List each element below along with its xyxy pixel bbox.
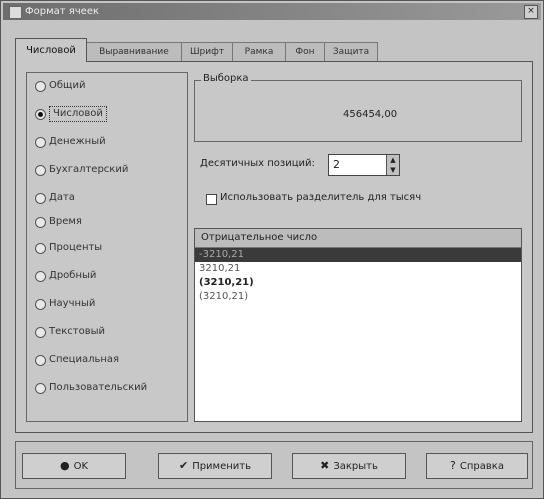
check-icon: ✔	[178, 459, 189, 472]
category-label: Научный	[49, 298, 96, 309]
negative-number-header: Отрицательное число	[195, 229, 521, 248]
category-general[interactable]: Общий	[35, 77, 185, 95]
category-special[interactable]: Специальная	[35, 351, 185, 369]
radio-selected-icon[interactable]	[35, 109, 46, 120]
decimal-places-label: Десятичных позиций:	[200, 158, 315, 169]
radio-icon[interactable]	[35, 193, 46, 204]
ok-button[interactable]: ● OK	[22, 453, 126, 479]
negative-number-list[interactable]: Отрицательное число -3210,21 3210,21 (32…	[194, 228, 522, 422]
thousands-separator-label: Использовать разделитель для тысяч	[220, 192, 422, 203]
close-button[interactable]: ✖ Закрыть	[292, 453, 406, 479]
list-item[interactable]: -3210,21	[195, 248, 521, 262]
tab-border[interactable]: Рамка	[232, 42, 286, 61]
decimal-places-spinner[interactable]: 2 ▲ ▼	[328, 154, 400, 176]
category-label: Проценты	[49, 242, 103, 253]
radio-icon[interactable]	[35, 243, 46, 254]
category-fraction[interactable]: Дробный	[35, 267, 185, 285]
app-icon	[9, 6, 22, 19]
list-item[interactable]: 3210,21	[195, 262, 521, 276]
close-icon[interactable]: ×	[524, 5, 538, 19]
category-label: Текстовый	[49, 326, 106, 337]
sample-group: Выборка 456454,00	[194, 73, 522, 142]
number-tab-panel: Общий Числовой Денежный Бухгалтерский Да…	[15, 61, 533, 433]
tab-alignment[interactable]: Выравнивание	[86, 42, 182, 61]
category-list: Общий Числовой Денежный Бухгалтерский Да…	[26, 72, 188, 422]
category-label: Денежный	[49, 136, 106, 147]
radio-icon[interactable]	[35, 165, 46, 176]
category-scientific[interactable]: Научный	[35, 295, 185, 313]
radio-icon[interactable]	[35, 383, 46, 394]
category-label: Время	[49, 216, 82, 227]
category-number[interactable]: Числовой	[35, 105, 185, 123]
category-label: Пользовательский	[49, 382, 148, 393]
sample-value: 456454,00	[343, 109, 398, 120]
category-time[interactable]: Время	[35, 213, 185, 231]
tab-background[interactable]: Фон	[285, 42, 325, 61]
sample-title: Выборка	[201, 73, 251, 84]
category-accounting[interactable]: Бухгалтерский	[35, 161, 185, 179]
ok-label: OK	[73, 461, 89, 472]
radio-icon[interactable]	[35, 327, 46, 338]
decimal-places-value[interactable]: 2	[333, 158, 340, 171]
help-icon: ?	[450, 459, 456, 472]
spinner-arrows-icon[interactable]: ▲ ▼	[386, 155, 399, 175]
title-bar: Формат ячеек ×	[3, 3, 541, 20]
category-label: Общий	[49, 80, 86, 91]
window-title: Формат ячеек	[25, 6, 100, 17]
help-label: Справка	[459, 461, 504, 472]
category-label: Специальная	[49, 354, 120, 365]
radio-icon[interactable]	[35, 299, 46, 310]
category-custom[interactable]: Пользовательский	[35, 379, 185, 397]
format-cells-dialog: Формат ячеек × Числовой Выравнивание Шри…	[0, 0, 544, 499]
apply-button[interactable]: ✔ Применить	[158, 453, 272, 479]
category-currency[interactable]: Денежный	[35, 133, 185, 151]
radio-icon[interactable]	[35, 81, 46, 92]
x-icon: ✖	[320, 459, 330, 472]
category-date[interactable]: Дата	[35, 189, 185, 207]
tab-protection[interactable]: Защита	[324, 42, 378, 61]
list-item[interactable]: (3210,21)	[195, 276, 521, 290]
checkbox-icon[interactable]	[206, 194, 217, 205]
category-label: Бухгалтерский	[49, 164, 129, 175]
ok-icon: ●	[59, 459, 70, 472]
apply-label: Применить	[192, 461, 252, 472]
radio-icon[interactable]	[35, 217, 46, 228]
radio-icon[interactable]	[35, 355, 46, 366]
radio-icon[interactable]	[35, 137, 46, 148]
close-label: Закрыть	[333, 461, 378, 472]
help-button[interactable]: ? Справка	[426, 453, 528, 479]
category-text[interactable]: Текстовый	[35, 323, 185, 341]
category-label: Числовой	[49, 106, 107, 122]
tab-number[interactable]: Числовой	[15, 38, 87, 62]
category-label: Дата	[49, 192, 75, 203]
radio-icon[interactable]	[35, 271, 46, 282]
button-bar: ● OK ✔ Применить ✖ Закрыть ? Справка	[15, 441, 533, 489]
tab-font[interactable]: Шрифт	[181, 42, 233, 61]
category-percent[interactable]: Проценты	[35, 239, 185, 257]
list-item[interactable]: (3210,21)	[195, 290, 521, 304]
category-label: Дробный	[49, 270, 97, 281]
